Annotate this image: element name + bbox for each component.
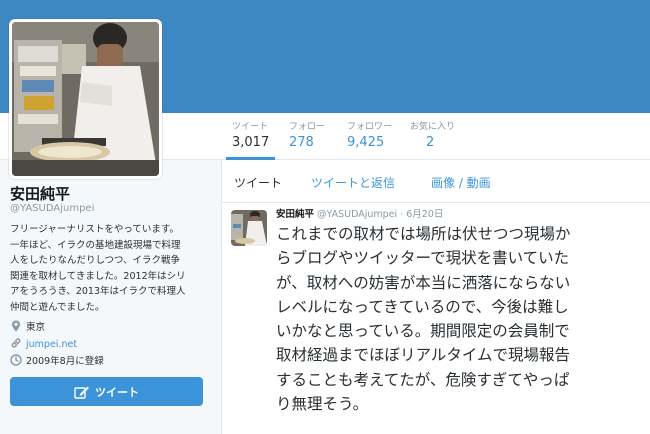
timeline: ツイート ツイートと返信 画像 / 動画 安田純平 @YASUDAjumpei … [221, 160, 650, 434]
bio-line: 一年ほど、イラクの基地建設現場で料理 [10, 239, 181, 251]
joined-text: 2009年8月に登録 [26, 356, 104, 367]
profile-url: jumpei.net [10, 337, 77, 351]
location-text: 東京 [26, 322, 46, 333]
tweet-author-name[interactable]: 安田純平 [276, 209, 314, 220]
tweet-text: これまでの取材では場所は伏せつつ現場か らブログやツイッターで現状を書いていた … [276, 222, 646, 416]
tweet-separator: · [400, 209, 404, 220]
bio-line: アをうろうき、2013年はイラクで料理人 [10, 286, 186, 297]
tweet-text-line: することも考えてたが、危険すぎてやっぱ [276, 370, 570, 389]
bio-line: 関連を取材してきました。2012年はシリ [10, 270, 186, 282]
calendar-icon [10, 354, 22, 366]
stat-following-label: フォロー [289, 122, 326, 132]
compose-tweet-label: ツイート [95, 385, 139, 399]
tweet-author-handle[interactable]: @YASUDAjumpei [317, 209, 397, 220]
tweet-text-line: が、取材への妨害が本当に洒落にならない [276, 273, 571, 292]
link-icon [11, 338, 21, 348]
stat-tweets-value: 3,017 [232, 135, 270, 150]
tweet-header: 安田純平 @YASUDAjumpei · 6月20日 [276, 208, 443, 221]
compose-icon [74, 386, 89, 399]
stat-followers-value: 9,425 [347, 135, 385, 150]
tweet-item[interactable]: 安田純平 @YASUDAjumpei · 6月20日 これまでの取材では場所は伏… [222, 203, 650, 434]
tweet-text-line: これまでの取材では場所は伏せつつ現場か [276, 225, 571, 243]
profile-handle[interactable]: @YASUDAjumpei [10, 203, 94, 214]
profile-avatar[interactable] [9, 19, 162, 179]
stat-following[interactable]: フォロー 278 [283, 121, 331, 160]
location-pin-icon [12, 320, 20, 332]
compose-tweet-button[interactable]: ツイート [10, 377, 203, 406]
stat-tweets[interactable]: ツイート 3,017 [226, 121, 276, 160]
bio-line: 仲間と遊んでました。 [10, 301, 105, 313]
tab-media[interactable]: 画像 / 動画 [431, 175, 491, 191]
bio-line: 人をしたりなんだりしつつ、イラク戦争 [10, 255, 181, 266]
tweet-text-line: り無理そう。 [276, 395, 369, 414]
profile-bio: フリージャーナリストをやっています。 一年ほど、イラクの基地建設現場で料理 人を… [10, 222, 208, 315]
stat-following-value: 278 [289, 135, 314, 150]
bio-line: フリージャーナリストをやっています。 [10, 224, 179, 235]
stat-favorites-value: 2 [426, 135, 435, 150]
tab-tweets[interactable]: ツイート [234, 175, 282, 191]
timeline-tabs: ツイート ツイートと返信 画像 / 動画 [222, 160, 650, 203]
tweet-text-line: いかなと思っている。期間限定の会員制で [276, 322, 570, 341]
tweet-text-line: らブログやツイッターで現状を書いていた [276, 249, 570, 268]
profile-url-link[interactable]: jumpei.net [26, 339, 77, 350]
stat-favorites-label: お気に入り [410, 122, 456, 132]
stat-tweets-label: ツイート [232, 122, 269, 132]
tab-tweets-and-replies[interactable]: ツイートと返信 [311, 175, 395, 191]
profile-name[interactable]: 安田純平 [10, 183, 70, 204]
stat-followers-label: フォロワー [347, 122, 393, 132]
tweet-text-line: レベルになってきているので、今後は難し [276, 297, 569, 316]
tweet-text-line: 取材経過までほぼリアルタイムで現場報告 [276, 346, 571, 365]
stat-followers[interactable]: フォロワー 9,425 [341, 121, 398, 160]
stat-favorites[interactable]: お気に入り 2 [404, 121, 461, 160]
avatar-photo [12, 22, 159, 176]
profile-joined: 2009年8月に登録 [10, 354, 104, 368]
profile-location: 東京 [10, 320, 45, 334]
tweet-date[interactable]: 6月20日 [406, 209, 443, 220]
tweet-avatar[interactable] [231, 210, 267, 246]
